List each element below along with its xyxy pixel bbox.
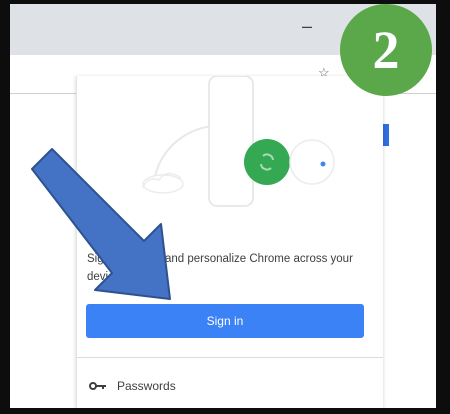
page-blue-element [383,124,389,146]
sync-circle-icon [244,139,290,185]
menu-item-label: Passwords [117,379,176,393]
menu-item-passwords[interactable]: Passwords [77,371,383,401]
menu-divider [77,357,383,358]
sign-in-promo-text: Sign in to sync and personalize Chrome a… [87,253,353,283]
sign-in-button[interactable]: Sign in [86,304,364,338]
step-number-badge: 2 [340,4,432,96]
profile-menu: Sign in to sync and personalize Chrome a… [76,76,383,408]
key-icon [89,382,106,390]
minimize-button[interactable]: – [302,16,312,37]
screenshot-frame: – ☆ Sign in to sync and personalize Chro… [0,0,450,414]
sync-illustration [142,76,335,207]
